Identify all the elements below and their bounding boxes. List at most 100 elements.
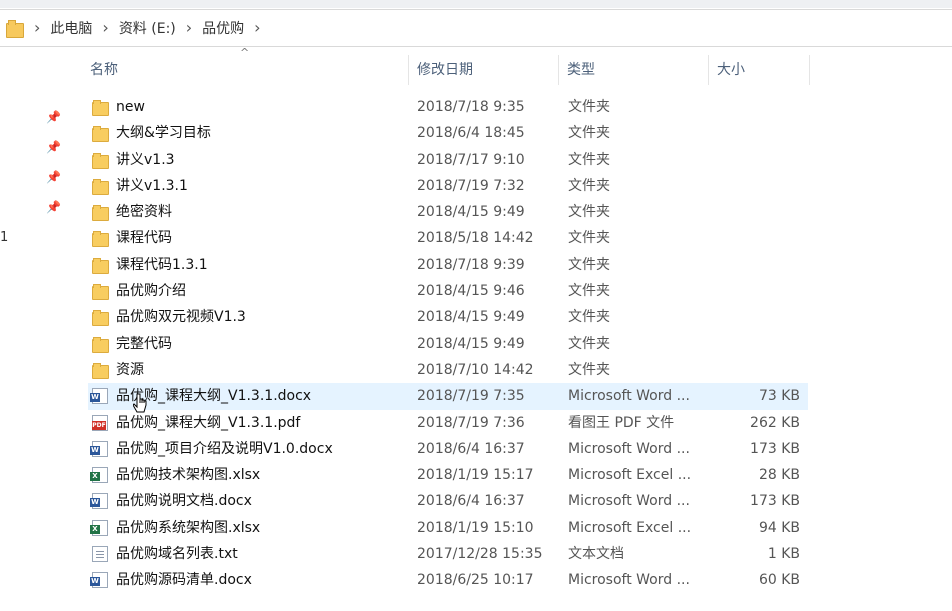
file-row[interactable]: X 品优购技术架构图.xlsx 2018/1/19 15:17 Microsoft E… <box>88 462 808 488</box>
file-type: Microsoft Word ... <box>568 388 690 405</box>
file-type: 文件夹 <box>568 283 610 300</box>
file-row[interactable]: 课程代码1.3.1 2018/7/18 9:39 文件夹 <box>88 252 808 278</box>
file-row[interactable]: 品优购双元视频V1.3 2018/4/15 9:49 文件夹 <box>88 304 808 330</box>
chevron-right-icon[interactable]: › <box>102 20 108 36</box>
file-type: 文件夹 <box>568 230 610 247</box>
pin-icon[interactable]: 📌 <box>46 200 61 214</box>
file-row[interactable]: 完整代码 2018/4/15 9:49 文件夹 <box>88 331 808 357</box>
file-name: 品优购域名列表.txt <box>116 546 238 563</box>
address-bar[interactable]: › 此电脑 › 资料 (E:) › 品优购 › <box>0 9 952 47</box>
file-row[interactable]: 讲义v1.3.1 2018/7/19 7:32 文件夹 <box>88 173 808 199</box>
file-name: 品优购说明文档.docx <box>116 493 252 510</box>
file-row[interactable]: 资源 2018/7/10 14:42 文件夹 <box>88 357 808 383</box>
column-header-type[interactable]: 类型 <box>567 52 595 88</box>
file-type: 文件夹 <box>568 177 610 194</box>
file-date-modified: 2018/7/18 9:39 <box>417 256 525 273</box>
file-date-modified: 2018/5/18 14:42 <box>417 230 534 247</box>
file-type: 文件夹 <box>568 151 610 168</box>
column-header: ^ 名称 修改日期 类型 大小 <box>70 46 952 88</box>
file-row[interactable]: W 品优购说明文档.docx 2018/6/4 16:37 Microsoft Wor… <box>88 488 808 514</box>
column-divider[interactable] <box>408 55 409 85</box>
file-row[interactable]: 绝密资料 2018/4/15 9:49 文件夹 <box>88 199 808 225</box>
file-name: new <box>116 99 145 115</box>
sort-ascending-icon: ^ <box>240 46 250 59</box>
pin-icon[interactable]: 📌 <box>46 110 61 124</box>
column-divider[interactable] <box>558 55 559 85</box>
column-divider[interactable] <box>708 55 709 85</box>
file-type: Microsoft Word ... <box>568 572 690 589</box>
file-size: 1 KB <box>767 546 800 563</box>
file-size: 60 KB <box>758 572 800 589</box>
file-name: 品优购介绍 <box>116 283 186 300</box>
file-date-modified: 2018/7/10 14:42 <box>417 361 534 378</box>
file-type: Microsoft Word ... <box>568 440 690 457</box>
file-name: 品优购_项目介绍及说明V1.0.docx <box>116 440 333 457</box>
file-row[interactable]: 品优购域名列表.txt 2017/12/28 15:35 文本文档 1 KB <box>88 541 808 567</box>
file-name: 品优购_课程大纲_V1.3.1.pdf <box>116 414 301 431</box>
file-row[interactable]: 讲义v1.3 2018/7/17 9:10 文件夹 <box>88 147 808 173</box>
chevron-right-icon[interactable]: › <box>186 20 192 36</box>
file-name: 大纲&学习目标 <box>116 125 211 142</box>
file-date-modified: 2018/7/17 9:10 <box>417 151 525 168</box>
file-row[interactable]: new 2018/7/18 9:35 文件夹 <box>88 94 808 120</box>
breadcrumb-this-pc[interactable]: 此电脑 <box>50 18 92 38</box>
title-bar-strip <box>0 0 952 8</box>
text-file-icon <box>92 546 108 563</box>
folder-icon <box>92 152 109 169</box>
folder-icon <box>6 20 24 38</box>
column-header-name[interactable]: 名称 <box>90 52 118 88</box>
chevron-right-icon[interactable]: › <box>254 20 260 36</box>
file-type: 文本文档 <box>568 546 624 563</box>
file-type: 看图王 PDF 文件 <box>568 414 675 431</box>
file-type: 文件夹 <box>568 335 610 352</box>
file-row[interactable]: W 品优购_项目介绍及说明V1.0.docx 2018/6/4 16:37 Micro… <box>88 436 808 462</box>
chevron-right-icon[interactable]: › <box>34 20 40 36</box>
file-name: 品优购技术架构图.xlsx <box>116 467 261 484</box>
breadcrumb-current-folder[interactable]: 品优购 <box>202 18 244 38</box>
file-row[interactable]: 品优购介绍 2018/4/15 9:46 文件夹 <box>88 278 808 304</box>
file-row[interactable]: PDF 品优购_课程大纲_V1.3.1.pdf 2018/7/19 7:36 看图王 … <box>88 410 808 436</box>
pdf-icon: PDF <box>92 414 108 431</box>
file-date-modified: 2017/12/28 15:35 <box>417 546 543 563</box>
file-size: 173 KB <box>750 493 800 510</box>
file-row[interactable]: W 品优购_课程大纲_V1.3.1.docx 2018/7/19 7:35 Micro… <box>88 383 808 410</box>
file-date-modified: 2018/1/19 15:10 <box>417 519 534 536</box>
file-row[interactable]: 大纲&学习目标 2018/6/4 18:45 文件夹 <box>88 120 808 146</box>
breadcrumb-drive-e[interactable]: 资料 (E:) <box>119 18 176 38</box>
file-row[interactable]: W 品优购源码清单.docx 2018/6/25 10:17 Microsoft Wo… <box>88 567 808 593</box>
file-name: 课程代码 <box>116 230 172 247</box>
folder-icon <box>92 178 109 195</box>
folder-icon <box>92 204 109 222</box>
folder-icon <box>92 230 109 248</box>
file-row[interactable]: 课程代码 2018/5/18 14:42 文件夹 <box>88 225 808 251</box>
file-date-modified: 2018/7/19 7:32 <box>417 177 525 194</box>
file-size: 262 KB <box>750 414 800 431</box>
file-name: 讲义v1.3 <box>116 151 175 168</box>
file-type: 文件夹 <box>568 99 610 115</box>
pin-icon[interactable]: 📌 <box>46 140 61 154</box>
column-header-date[interactable]: 修改日期 <box>417 52 473 88</box>
folder-icon <box>92 309 109 327</box>
folder-icon <box>92 99 109 116</box>
file-name: 绝密资料 <box>116 204 172 221</box>
file-size: 73 KB <box>758 388 800 405</box>
file-list: new 2018/7/18 9:35 文件夹 大纲&学习目标 2018/6/4 18:4… <box>88 94 808 594</box>
file-date-modified: 2018/6/4 16:37 <box>417 493 525 510</box>
file-type: 文件夹 <box>568 309 610 326</box>
file-name: 课程代码1.3.1 <box>116 256 208 273</box>
file-date-modified: 2018/4/15 9:46 <box>417 283 525 300</box>
pin-icon[interactable]: 📌 <box>46 170 61 184</box>
folder-icon <box>92 257 109 274</box>
word-doc-icon: W <box>90 493 108 510</box>
file-size: 173 KB <box>750 440 800 457</box>
file-size: 28 KB <box>758 467 800 484</box>
file-type: Microsoft Excel ... <box>568 467 692 484</box>
column-header-size[interactable]: 大小 <box>717 52 745 88</box>
file-row[interactable]: X 品优购系统架构图.xlsx 2018/1/19 15:10 Microsoft E… <box>88 515 808 541</box>
file-name: 资源 <box>116 361 144 378</box>
file-name: 讲义v1.3.1 <box>116 177 188 194</box>
column-divider[interactable] <box>809 55 810 85</box>
folder-icon <box>92 336 109 353</box>
file-date-modified: 2018/4/15 9:49 <box>417 204 525 221</box>
file-type: 文件夹 <box>568 361 610 378</box>
